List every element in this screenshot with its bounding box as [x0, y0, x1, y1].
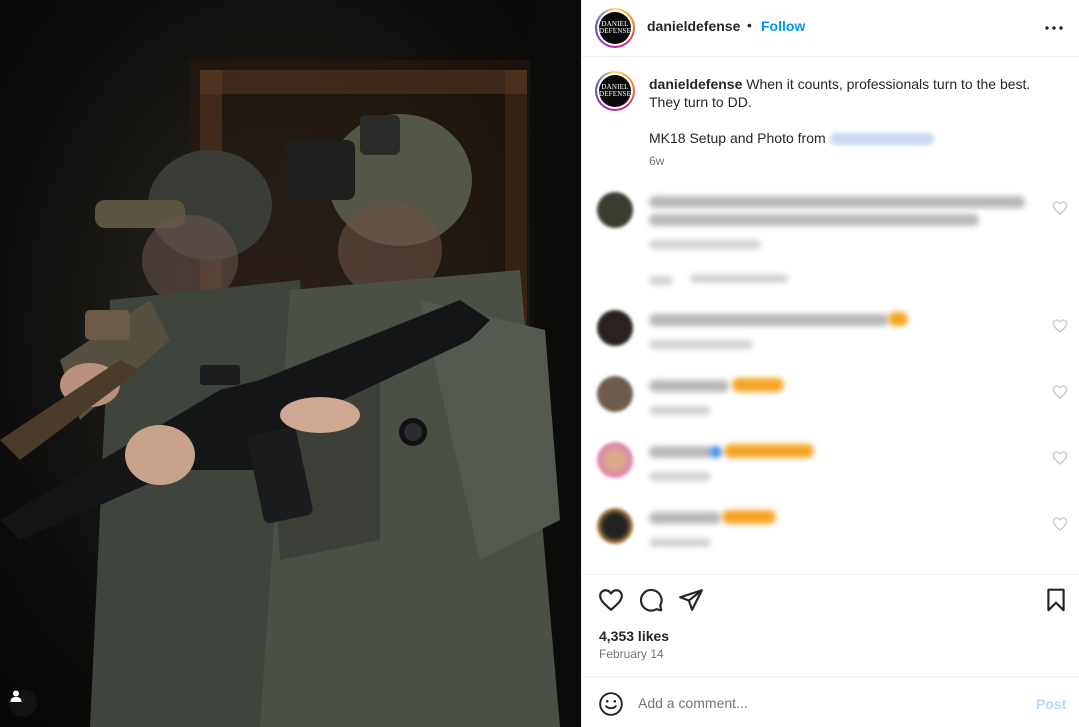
user-tag-icon — [10, 690, 22, 702]
comment-item — [582, 374, 1079, 434]
comment-emoji-blurred — [732, 378, 784, 392]
comment-text-blurred — [649, 314, 889, 326]
caption-timestamp[interactable]: 6w — [649, 154, 664, 168]
comment-avatar[interactable] — [597, 192, 633, 228]
view-replies-blurred[interactable] — [690, 274, 788, 283]
comment-emoji-blurred — [722, 510, 776, 524]
credit-handle-blurred[interactable] — [829, 133, 934, 146]
comment-meta-blurred — [649, 406, 711, 415]
comment-avatar[interactable] — [597, 442, 633, 478]
paper-plane-icon[interactable] — [678, 587, 704, 613]
comment-meta-blurred — [649, 340, 753, 349]
verified-badge-blurred — [710, 446, 722, 458]
comment-bubble-icon[interactable] — [638, 587, 664, 613]
comment-emoji-blurred — [888, 312, 908, 326]
comment-meta-blurred — [649, 538, 711, 547]
photo-illustration — [0, 0, 581, 727]
comment-text-blurred — [649, 196, 1025, 208]
comment-meta-blurred — [649, 240, 761, 249]
comment-item — [582, 506, 1079, 566]
caption-username[interactable]: danieldefense — [649, 76, 742, 92]
comment-like-icon[interactable] — [1052, 384, 1068, 400]
comment-item — [582, 190, 1079, 250]
avatar-logo-line2: DEFENSE — [598, 27, 632, 35]
post-photo[interactable] — [0, 0, 581, 727]
post-detail-panel: DANIEL DEFENSE danieldefense • Follow DA… — [581, 0, 1079, 727]
likes-count[interactable]: 4,353 likes — [599, 628, 669, 644]
comment-text-blurred — [649, 214, 979, 226]
user-tag-button[interactable] — [9, 689, 37, 717]
follow-button[interactable]: Follow — [761, 18, 805, 34]
caption-credit-prefix: MK18 Setup and Photo from — [649, 130, 826, 146]
comment-text-blurred — [649, 512, 721, 524]
add-comment-bar: Post — [582, 676, 1079, 727]
comment-meta-blurred — [649, 472, 711, 481]
comment-item — [582, 440, 1079, 500]
comment-text-blurred — [649, 446, 713, 458]
caption-avatar-line2: DEFENSE — [598, 90, 632, 98]
comment-like-icon[interactable] — [1052, 450, 1068, 466]
bookmark-icon[interactable] — [1043, 587, 1069, 613]
post-comment-button[interactable]: Post — [1036, 696, 1066, 712]
author-avatar[interactable]: DANIEL DEFENSE — [595, 8, 635, 48]
post-header: DANIEL DEFENSE danieldefense • Follow — [582, 0, 1079, 57]
comment-emoji-blurred — [724, 444, 814, 458]
header-separator: • — [747, 17, 752, 33]
comment-text-blurred — [649, 380, 729, 392]
smiley-icon[interactable] — [598, 691, 624, 717]
comment-like-icon[interactable] — [1052, 516, 1068, 532]
heart-icon[interactable] — [598, 587, 624, 613]
post-actions — [582, 574, 1079, 624]
more-horizontal-icon[interactable] — [1042, 16, 1066, 40]
comment-avatar[interactable] — [597, 310, 633, 346]
view-replies-line — [649, 276, 673, 285]
caption: danieldefense When it counts, profession… — [649, 75, 1059, 111]
comment-avatar[interactable] — [597, 376, 633, 412]
author-username[interactable]: danieldefense — [647, 18, 740, 34]
caption-avatar[interactable]: DANIEL DEFENSE — [595, 71, 635, 111]
post-date[interactable]: February 14 — [599, 647, 664, 661]
comment-input[interactable] — [638, 691, 1018, 715]
caption-credit: MK18 Setup and Photo from — [649, 129, 934, 147]
comment-item — [582, 308, 1079, 368]
comment-like-icon[interactable] — [1052, 318, 1068, 334]
comment-avatar[interactable] — [597, 508, 633, 544]
comment-like-icon[interactable] — [1052, 200, 1068, 216]
